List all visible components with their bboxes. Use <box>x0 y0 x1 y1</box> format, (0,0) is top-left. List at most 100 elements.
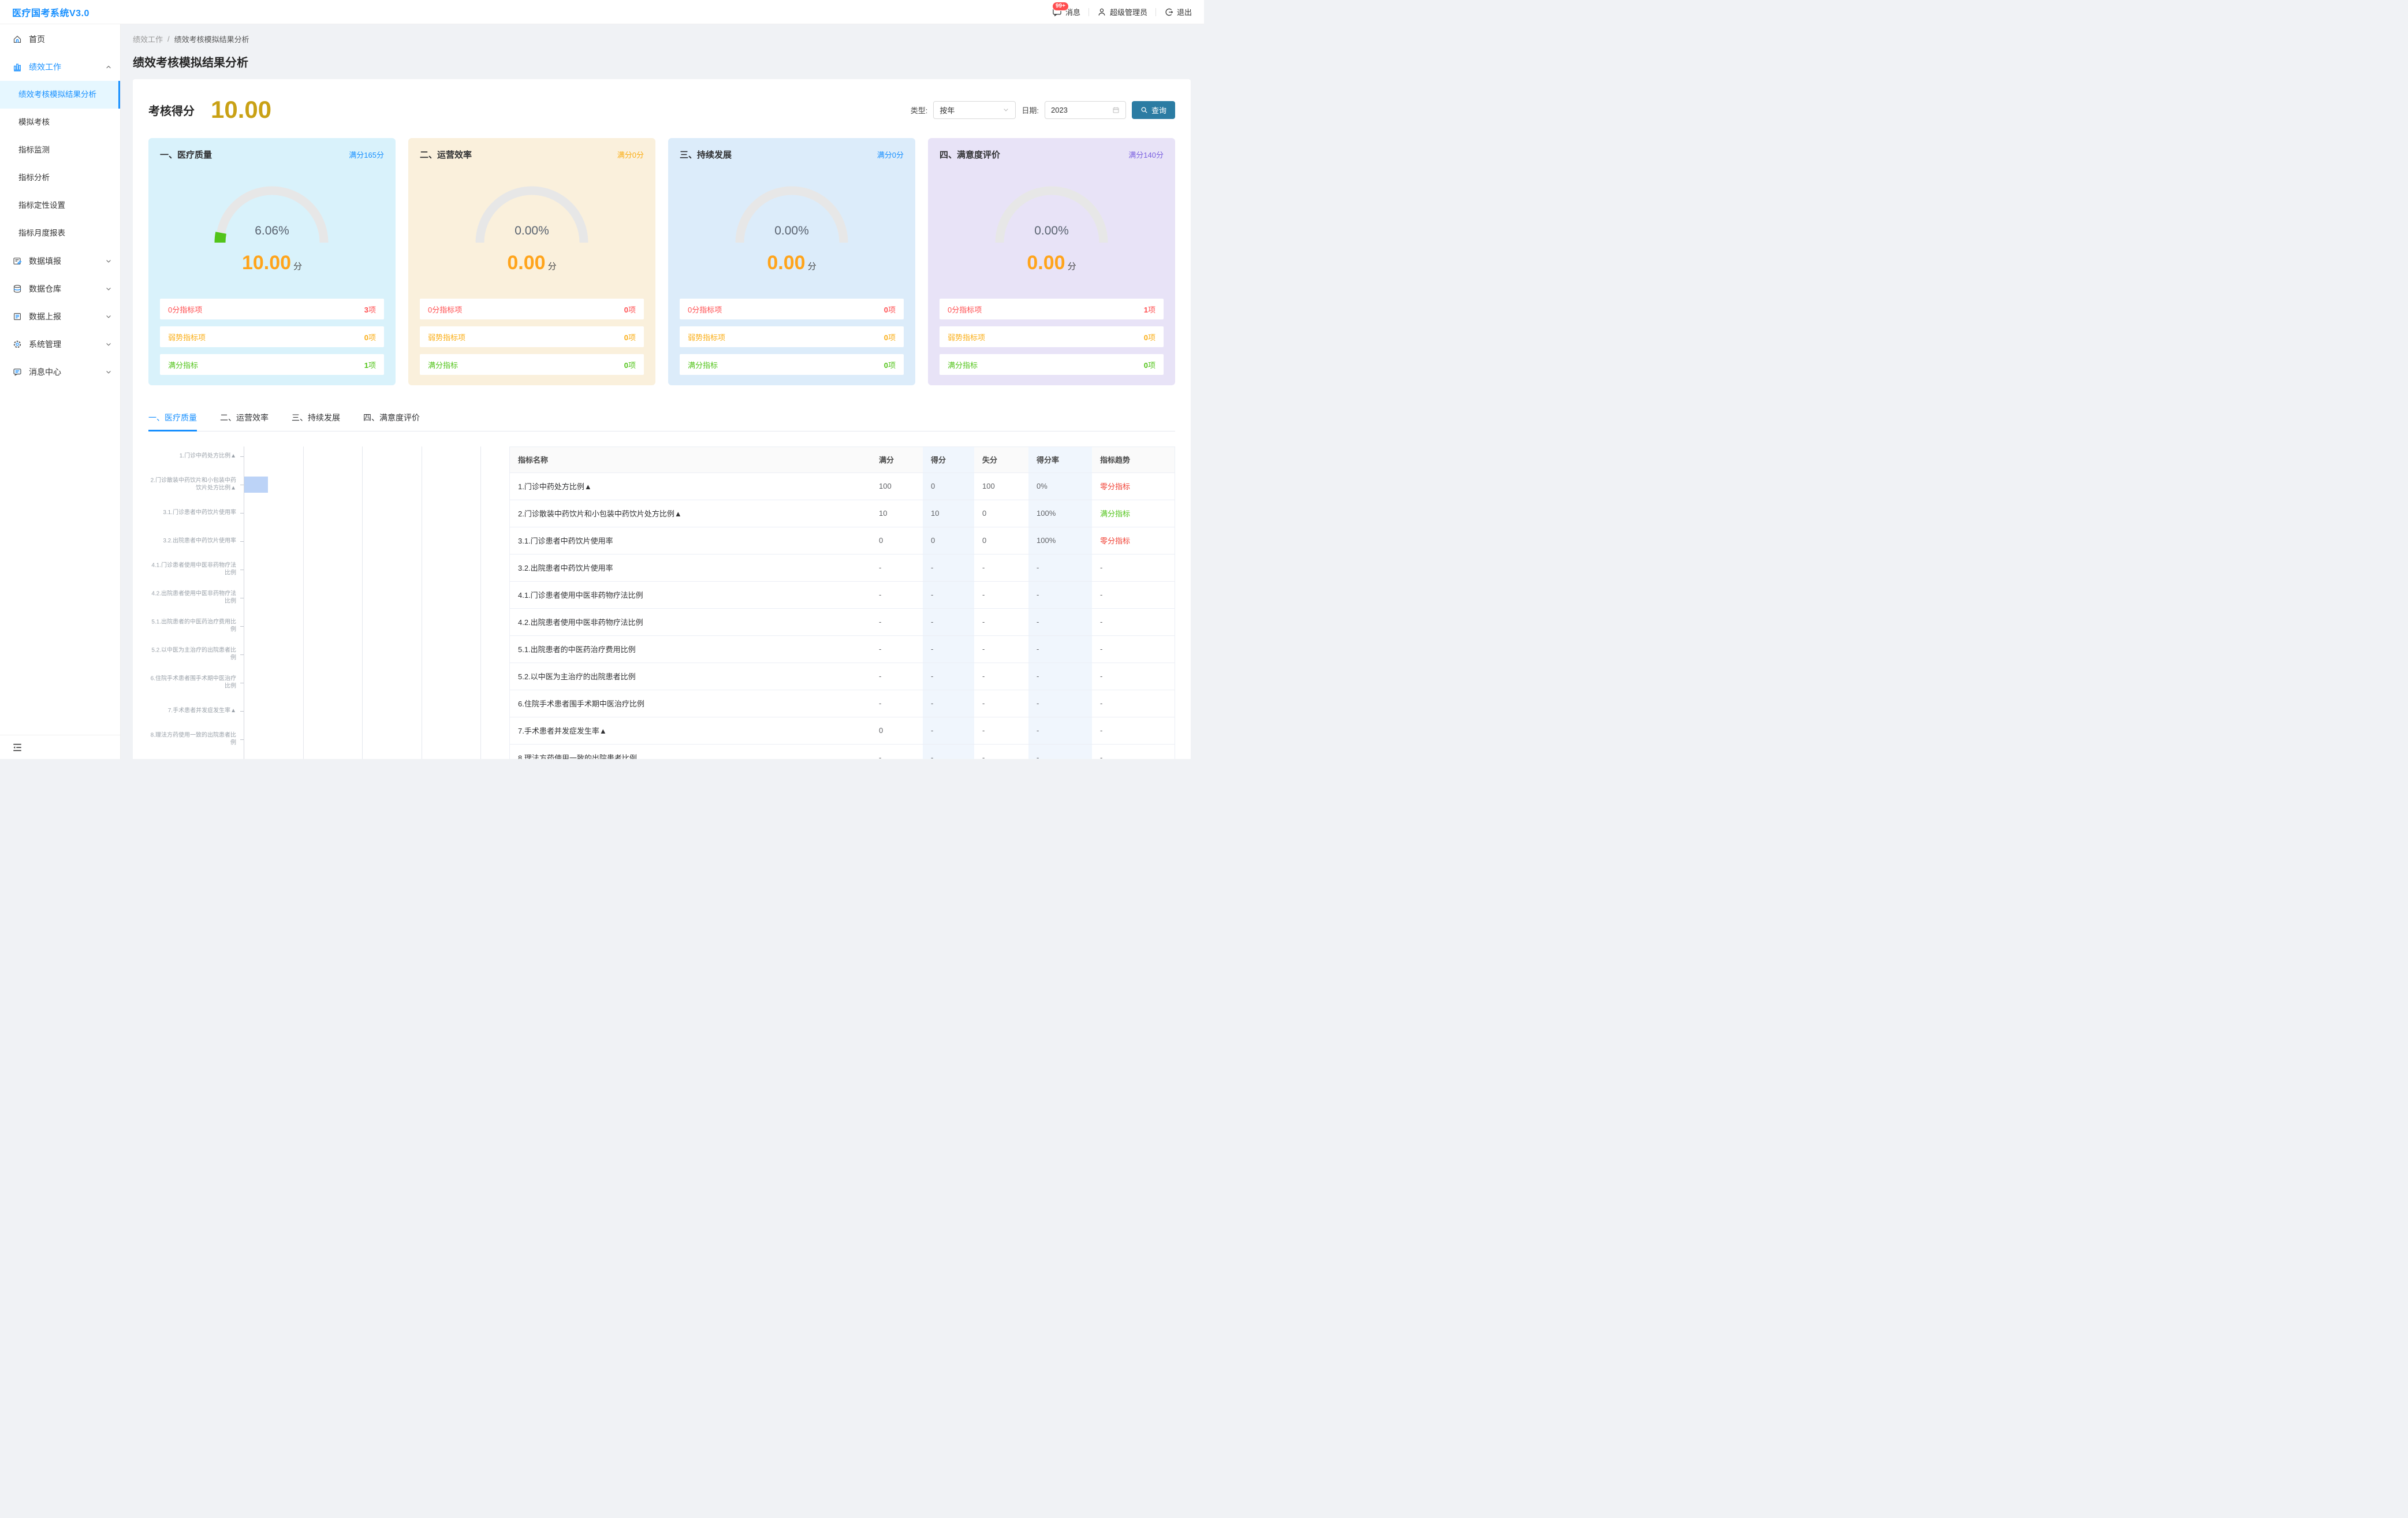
card-score-value: 0.00 <box>767 252 805 274</box>
card-score-value: 10.00 <box>242 252 291 274</box>
date-input[interactable]: 2023 <box>1045 101 1126 119</box>
sidebar-item-data-report[interactable]: 数据上报 <box>0 303 120 330</box>
sidebar-nav: 首页绩效工作绩效考核模拟结果分析模拟考核指标监测指标分析指标定性设置指标月度报表… <box>0 24 120 386</box>
card-indicator-row: 0分指标项0项 <box>420 299 644 319</box>
table-cell-2: - <box>923 635 974 663</box>
tab-satisfaction-evaluation[interactable]: 四、满意度评价 <box>363 412 420 431</box>
table-cell-5: - <box>1092 663 1175 690</box>
sidebar-item-data-fill[interactable]: 数据填报 <box>0 247 120 275</box>
gauge-percent-value: 0.00% <box>728 224 855 238</box>
card-score-value: 0.00 <box>507 252 545 274</box>
card-indicator-row: 0分指标项3项 <box>160 299 384 319</box>
message-bubble-wrap: 99+ <box>1052 7 1062 17</box>
tab-operational-efficiency[interactable]: 二、运营效率 <box>220 412 269 431</box>
table-cell-5: 零分指标 <box>1092 527 1175 554</box>
table-cell-5: 满分指标 <box>1092 500 1175 527</box>
sidebar-subitem-3[interactable]: 指标分析 <box>0 164 120 192</box>
category-cards: 一、医疗质量满分165分6.06%10.00分0分指标项3项弱势指标项0项满分指… <box>148 138 1175 385</box>
sidebar-item-label: 绩效工作 <box>29 61 61 73</box>
collapse-sidebar-icon[interactable] <box>12 742 23 753</box>
logout-button[interactable]: 退出 <box>1164 6 1192 17</box>
search-button-label: 查询 <box>1151 105 1166 116</box>
sidebar-item-data-warehouse[interactable]: 数据仓库 <box>0 275 120 303</box>
table-cell-1: - <box>871 554 923 581</box>
card-max-score: 满分0分 <box>617 149 644 160</box>
card-score-unit: 分 <box>293 262 302 271</box>
sidebar-item-home[interactable]: 首页 <box>0 25 120 53</box>
category-card-sustainable-development: 三、持续发展满分0分0.00%0.00分0分指标项0项弱势指标项0项满分指标0项 <box>668 138 915 385</box>
indicator-row-value: 0项 <box>624 359 636 370</box>
search-button[interactable]: 查询 <box>1132 101 1175 119</box>
card-score-unit: 分 <box>548 262 557 271</box>
table-cell-2: 0 <box>923 472 974 500</box>
card-indicator-row: 弱势指标项0项 <box>160 326 384 347</box>
card-max-score: 满分140分 <box>1128 149 1164 160</box>
chevron-down-icon <box>105 313 112 320</box>
table-cell-0: 3.1.门诊患者中药饮片使用率 <box>510 527 871 554</box>
gauge-percent-value: 0.00% <box>468 224 595 238</box>
sidebar: 首页绩效工作绩效考核模拟结果分析模拟考核指标监测指标分析指标定性设置指标月度报表… <box>0 24 121 759</box>
chart-gridline <box>362 447 363 759</box>
table-row: 4.2.出院患者使用中医非药物疗法比例----- <box>510 608 1175 635</box>
indicator-row-value: 0项 <box>884 332 896 343</box>
indicator-row-value: 1项 <box>364 359 376 370</box>
tab-sustainable-development[interactable]: 三、持续发展 <box>292 412 340 431</box>
sidebar-subitem-2[interactable]: 指标监测 <box>0 136 120 164</box>
table-row: 3.1.门诊患者中药饮片使用率000100%零分指标 <box>510 527 1175 554</box>
chart-category-label: 4.1.门诊患者使用中医非药物疗法比例 <box>148 563 236 577</box>
chart-tick <box>240 513 244 514</box>
type-select[interactable]: 按年 <box>933 101 1016 119</box>
sidebar-item-message-center[interactable]: 消息中心 <box>0 358 120 386</box>
table-cell-0: 8.理法方药使用一致的出院患者比例 <box>510 744 871 759</box>
table-cell-4: - <box>1028 744 1092 759</box>
table-cell-4: - <box>1028 663 1092 690</box>
table-cell-0: 6.住院手术患者围手术期中医治疗比例 <box>510 690 871 717</box>
table-cell-2: - <box>923 581 974 608</box>
card-indicator-rows: 0分指标项3项弱势指标项0项满分指标1项 <box>160 292 384 375</box>
sidebar-item-system[interactable]: 系统管理 <box>0 330 120 358</box>
table-header-5: 指标趋势 <box>1092 447 1175 472</box>
indicator-row-value: 1项 <box>1144 304 1155 315</box>
table-row: 5.2.以中医为主治疗的出院患者比例----- <box>510 663 1175 690</box>
table-row: 2.门诊散装中药饮片和小包装中药饮片处方比例▲10100100%满分指标 <box>510 500 1175 527</box>
chart-gridline <box>480 447 481 759</box>
chart-category-label: 7.手术患者并发症发生率▲ <box>148 708 236 715</box>
type-filter-label: 类型: <box>911 105 928 116</box>
tab-medical-quality[interactable]: 一、医疗质量 <box>148 412 197 431</box>
user-menu[interactable]: 超级管理员 <box>1097 6 1147 17</box>
table-cell-2: - <box>923 744 974 759</box>
messages-button[interactable]: 99+ 消息 <box>1052 6 1080 17</box>
score-gauge: 0.00% <box>468 183 595 247</box>
card-indicator-row: 满分指标1项 <box>160 354 384 375</box>
chevron-down-icon <box>105 258 112 265</box>
breadcrumb: 绩效工作 / 绩效考核模拟结果分析 <box>133 34 1191 44</box>
table-cell-3: - <box>974 690 1028 717</box>
sidebar-subitem-5[interactable]: 指标月度报表 <box>0 219 120 247</box>
card-indicator-rows: 0分指标项0项弱势指标项0项满分指标0项 <box>680 292 904 375</box>
header-divider <box>1155 8 1156 16</box>
chart-category-label: 6.住院手术患者围手术期中医治疗比例 <box>148 676 236 690</box>
table-row: 6.住院手术患者围手术期中医治疗比例----- <box>510 690 1175 717</box>
indicator-row-value: 0项 <box>1144 359 1155 370</box>
table-cell-5: - <box>1092 608 1175 635</box>
sidebar-subitem-1[interactable]: 模拟考核 <box>0 109 120 136</box>
card-head: 二、运营效率满分0分 <box>420 148 644 161</box>
table-cell-5: - <box>1092 554 1175 581</box>
sidebar-subitem-0[interactable]: 绩效考核模拟结果分析 <box>0 81 120 109</box>
card-indicator-rows: 0分指标项1项弱势指标项0项满分指标0项 <box>940 292 1164 375</box>
chevron-down-icon <box>105 285 112 292</box>
table-row: 8.理法方药使用一致的出院患者比例----- <box>510 744 1175 759</box>
user-icon <box>1097 8 1106 17</box>
table-cell-4: - <box>1028 717 1092 744</box>
sidebar-item-performance[interactable]: 绩效工作 <box>0 53 120 81</box>
chart-category-label: 2.门诊散装中药饮片和小包装中药饮片处方比例▲ <box>148 478 236 492</box>
chart-category-label: 5.1.出院患者的中医药治疗费用比例 <box>148 619 236 634</box>
chart-tick <box>240 541 244 542</box>
breadcrumb-parent[interactable]: 绩效工作 <box>133 34 163 44</box>
table-cell-5: - <box>1092 744 1175 759</box>
card-indicator-row: 弱势指标项0项 <box>420 326 644 347</box>
card-title: 一、医疗质量 <box>160 148 212 161</box>
table-cell-1: 0 <box>871 527 923 554</box>
sidebar-subitem-4[interactable]: 指标定性设置 <box>0 192 120 219</box>
card-indicator-row: 0分指标项1项 <box>940 299 1164 319</box>
